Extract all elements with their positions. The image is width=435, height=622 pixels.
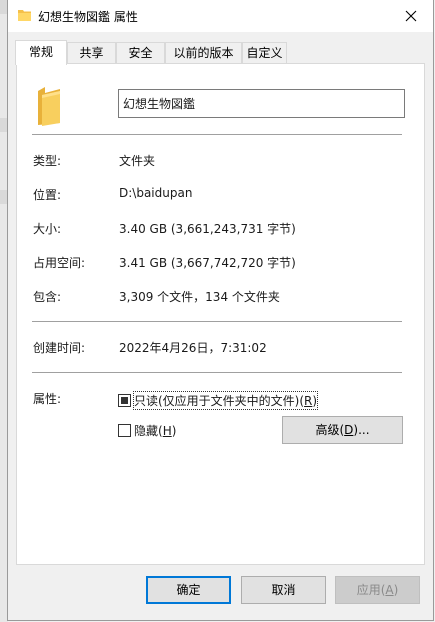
close-icon	[405, 10, 417, 22]
readonly-text: 只读(仅应用于文件夹中的文件)(	[134, 394, 305, 408]
apply-button[interactable]: 应用(A)	[335, 576, 420, 604]
type-label: 类型:	[33, 154, 62, 168]
separator	[32, 321, 402, 322]
cancel-button[interactable]: 取消	[241, 576, 326, 604]
hidden-checkbox[interactable]	[118, 424, 131, 437]
separator	[32, 372, 402, 373]
folder-name-input[interactable]: 幻想生物図鑑	[118, 89, 405, 118]
properties-dialog: 幻想生物図鑑 属性 常规 共享 安全 以前的版本 自定义 幻想生物図鑑 类型: …	[7, 0, 434, 621]
hidden-text: 隐藏(	[134, 424, 163, 438]
general-panel: 幻想生物図鑑 类型: 文件夹 位置: D:\baidupan 大小: 3.40 …	[16, 63, 425, 565]
folder-icon	[38, 87, 60, 126]
readonly-suffix: )	[312, 394, 318, 408]
readonly-label[interactable]: 只读(仅应用于文件夹中的文件)(R)	[132, 391, 319, 410]
location-label: 位置:	[33, 188, 62, 202]
created-value: 2022年4月26日，7:31:02	[119, 341, 267, 355]
tab-previous-versions[interactable]: 以前的版本	[165, 42, 242, 63]
folder-icon	[18, 10, 31, 21]
window-title: 幻想生物図鑑 属性	[38, 10, 138, 24]
close-button[interactable]	[389, 0, 433, 32]
title-bar: 幻想生物図鑑 属性	[8, 0, 433, 32]
contains-value: 3,309 个文件，134 个文件夹	[119, 290, 280, 304]
contains-label: 包含:	[33, 290, 62, 304]
attributes-label: 属性:	[33, 392, 62, 406]
advanced-button[interactable]: 高级(D)...	[282, 416, 403, 444]
advanced-text: 高级(	[315, 423, 345, 437]
location-value: D:\baidupan	[119, 186, 193, 200]
advanced-suffix: )...	[353, 423, 370, 437]
hidden-access-key: H	[162, 424, 172, 438]
size-value: 3.40 GB (3,661,243,731 字节)	[119, 222, 296, 236]
created-label: 创建时间:	[33, 341, 86, 355]
hidden-suffix: )	[171, 424, 177, 438]
tab-sharing[interactable]: 共享	[67, 42, 116, 63]
tab-general[interactable]: 常规	[15, 40, 67, 65]
hidden-label[interactable]: 隐藏(H)	[134, 422, 176, 439]
separator	[32, 134, 402, 135]
size-on-disk-label: 占用空间:	[33, 256, 86, 270]
apply-suffix: )	[393, 583, 399, 597]
tab-security[interactable]: 安全	[116, 42, 165, 63]
size-on-disk-value: 3.41 GB (3,667,742,720 字节)	[119, 256, 296, 270]
tab-customize[interactable]: 自定义	[242, 42, 287, 63]
ok-button[interactable]: 确定	[146, 576, 231, 604]
size-label: 大小:	[33, 222, 62, 236]
apply-access-key: A	[385, 583, 394, 597]
apply-text: 应用(	[356, 583, 386, 597]
readonly-checkbox[interactable]	[118, 394, 131, 407]
type-value: 文件夹	[119, 154, 156, 168]
